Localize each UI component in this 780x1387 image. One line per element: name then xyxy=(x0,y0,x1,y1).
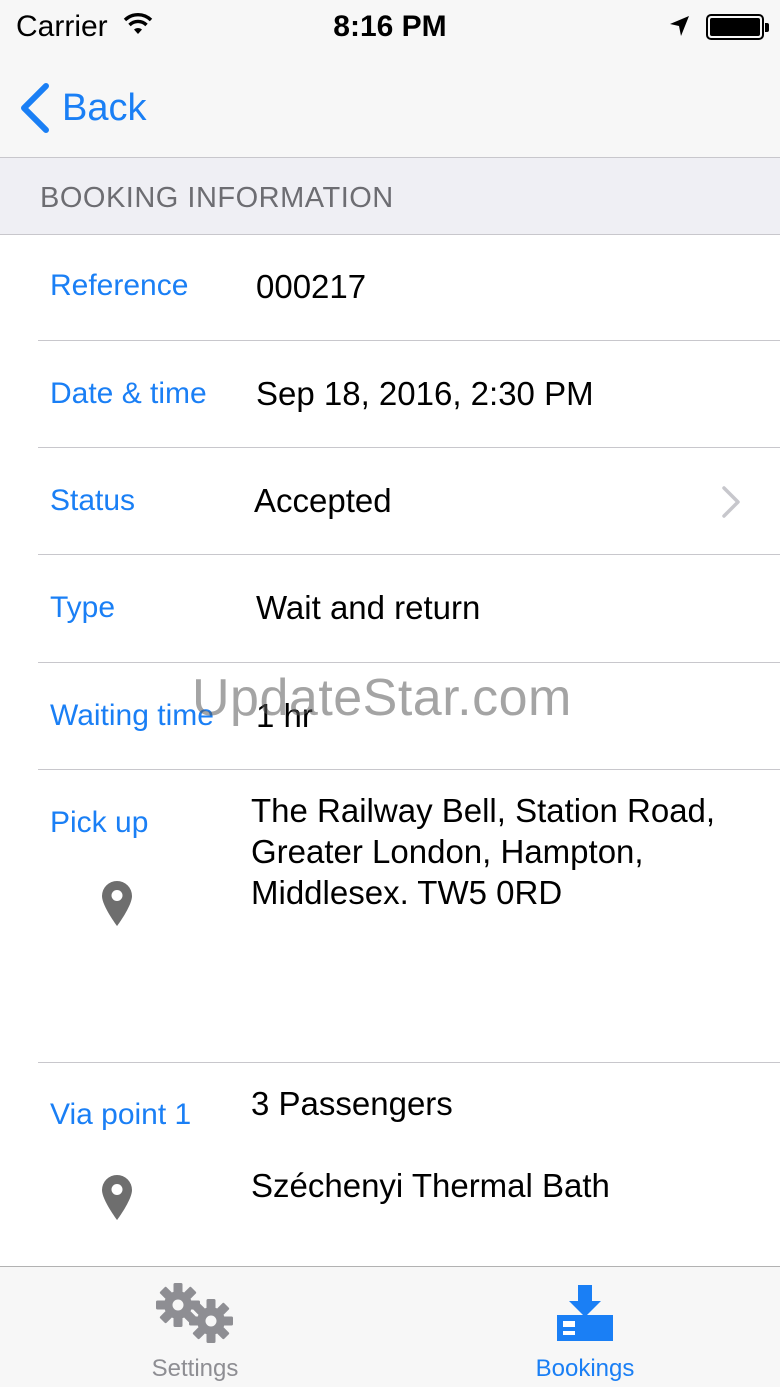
row-status[interactable]: Status Accepted xyxy=(0,448,780,555)
map-pin-icon[interactable] xyxy=(100,1173,134,1226)
row-value: Accepted xyxy=(254,482,392,519)
battery-level xyxy=(710,18,760,36)
pickup-address: The Railway Bell, Station Road, Greater … xyxy=(251,790,761,913)
row-value: Wait and return xyxy=(256,589,481,626)
chevron-right-icon xyxy=(720,485,742,524)
battery-icon xyxy=(706,14,769,40)
map-pin-icon[interactable] xyxy=(100,879,134,932)
row-type: Type Wait and return xyxy=(0,555,780,663)
back-button-label: Back xyxy=(62,86,147,129)
row-value: 1 hr xyxy=(256,697,313,734)
location-arrow-icon xyxy=(668,14,690,43)
gear-icon xyxy=(0,1281,390,1345)
tab-bar: Settings Bookings xyxy=(0,1266,780,1387)
via-place-value: Széchenyi Thermal Bath xyxy=(251,1167,610,1204)
clock: 8:16 PM xyxy=(333,10,447,43)
row-reference: Reference 000217 xyxy=(0,235,780,341)
passengers-value: 3 Passengers xyxy=(251,1085,453,1122)
address-line: Middlesex. TW5 0RD xyxy=(251,874,563,911)
status-bar: Carrier 8:16 PM xyxy=(0,0,780,56)
row-label: Status xyxy=(50,484,136,517)
address-line: Greater London, Hampton, xyxy=(251,833,644,870)
row-label: Waiting time xyxy=(50,699,214,732)
row-value: 000217 xyxy=(256,268,367,305)
row-label: Via point 1 xyxy=(50,1098,192,1131)
tab-label: Bookings xyxy=(535,1355,635,1382)
row-label: Type xyxy=(50,591,116,624)
section-title: BOOKING INFORMATION xyxy=(40,182,394,214)
row-waiting-time: Waiting time 1 hr xyxy=(0,663,780,770)
navigation-bar: Back xyxy=(0,56,780,158)
row-date-time: Date & time Sep 18, 2016, 2:30 PM xyxy=(0,341,780,448)
row-label: Reference xyxy=(50,269,189,302)
address-line: The Railway Bell, Station Road, xyxy=(251,792,716,829)
tab-label: Settings xyxy=(151,1355,239,1382)
row-pick-up: Pick up The Railway Bell, Station Road, … xyxy=(0,770,780,1063)
tab-settings[interactable]: Settings xyxy=(0,1267,390,1387)
row-label: Date & time xyxy=(50,377,207,410)
row-via-point-1: Via point 1 3 Passengers Széchenyi Therm… xyxy=(0,1063,780,1266)
back-button[interactable]: Back xyxy=(18,78,146,138)
download-tray-icon xyxy=(390,1281,780,1345)
tab-bookings[interactable]: Bookings xyxy=(390,1267,780,1387)
row-value: Sep 18, 2016, 2:30 PM xyxy=(256,375,594,412)
section-header: BOOKING INFORMATION xyxy=(0,158,780,235)
chevron-left-icon xyxy=(21,83,49,133)
row-label: Pick up xyxy=(50,806,149,839)
